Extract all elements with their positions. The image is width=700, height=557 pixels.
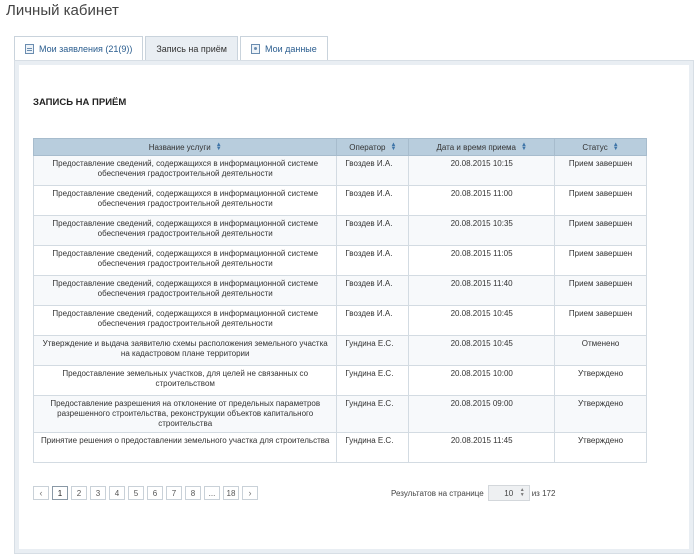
operator-cell: Гвоздев И.А. <box>336 275 410 306</box>
person-icon <box>250 43 260 54</box>
operator-cell: Гвоздев И.А. <box>336 185 410 216</box>
per-page-control: Результатов на странице 10 ▲ ▼ из 172 <box>391 485 555 501</box>
status-cell: Прием завершен <box>554 155 647 186</box>
status-cell: Утверждено <box>554 395 647 433</box>
sort-icon: ▲ ▼ <box>215 142 222 153</box>
page-button-2[interactable]: 2 <box>71 486 87 500</box>
tab-appointment[interactable]: Запись на приём <box>145 36 238 60</box>
sort-icon: ▲ ▼ <box>612 142 619 153</box>
tab-bar: Мои заявления (21(9)) Запись на приём Мо… <box>14 36 330 60</box>
datetime-cell: 20.08.2015 11:40 <box>408 275 556 306</box>
datetime-cell: 20.08.2015 10:45 <box>408 335 556 366</box>
content-frame: ЗАПИСЬ НА ПРИЁМ Название услуги ▲ ▼ Операт… <box>14 60 694 554</box>
service-cell: Принятие решения о предоставлении земель… <box>32 432 338 463</box>
tab-my-applications[interactable]: Мои заявления (21(9)) <box>14 36 144 60</box>
table-row[interactable]: Предоставление сведений, содержащихся в … <box>32 215 647 246</box>
status-cell: Прием завершен <box>554 215 647 246</box>
status-cell: Прием завершен <box>554 275 647 306</box>
operator-cell: Гвоздев И.А. <box>336 245 410 276</box>
service-cell: Утверждение и выдача заявителю схемы рас… <box>32 335 338 366</box>
operator-cell: Гундина Е.С. <box>336 395 410 433</box>
column-header-status[interactable]: Статус ▲ ▼ <box>554 138 647 156</box>
page-button-18[interactable]: 18 <box>223 486 239 500</box>
tab-my-data[interactable]: Мои данные <box>239 36 328 60</box>
datetime-cell: 20.08.2015 11:45 <box>408 432 556 463</box>
page-button-7[interactable]: 7 <box>166 486 182 500</box>
status-cell: Утверждено <box>554 365 647 396</box>
table-row[interactable]: Предоставление разрешения на отклонение … <box>32 395 647 433</box>
status-cell: Прием завершен <box>554 305 647 336</box>
datetime-cell: 20.08.2015 09:00 <box>408 395 556 433</box>
sort-icon: ▲ ▼ <box>520 142 527 153</box>
status-cell: Отменено <box>554 335 647 366</box>
table-row[interactable]: Предоставление земельных участков, для ц… <box>32 365 647 396</box>
column-header-datetime[interactable]: Дата и время приема ▲ ▼ <box>408 138 556 156</box>
operator-cell: Гвоздев И.А. <box>336 155 410 186</box>
datetime-cell: 20.08.2015 10:00 <box>408 365 556 396</box>
pagination: ‹ 1 2 3 4 5 6 7 8 ... 18 › <box>33 486 261 500</box>
service-cell: Предоставление земельных участков, для ц… <box>32 365 338 396</box>
datetime-cell: 20.08.2015 11:05 <box>408 245 556 276</box>
page-button-5[interactable]: 5 <box>128 486 144 500</box>
table-row[interactable]: Предоставление сведений, содержащихся в … <box>32 185 647 216</box>
page-button-4[interactable]: 4 <box>109 486 125 500</box>
operator-cell: Гундина Е.С. <box>336 365 410 396</box>
table-row[interactable]: Предоставление сведений, содержащихся в … <box>32 305 647 336</box>
service-cell: Предоставление сведений, содержащихся в … <box>32 155 338 186</box>
per-page-value: 10 <box>504 488 514 498</box>
service-cell: Предоставление сведений, содержащихся в … <box>32 245 338 276</box>
table-header-row: Название услуги ▲ ▼ Оператор ▲ ▼ Дата и врем… <box>32 138 647 156</box>
per-page-label: Результатов на странице <box>391 488 484 498</box>
tab-label: Мои данные <box>264 43 317 54</box>
operator-cell: Гвоздев И.А. <box>336 305 410 336</box>
service-cell: Предоставление разрешения на отклонение … <box>32 395 338 433</box>
table-row[interactable]: Принятие решения о предоставлении земель… <box>32 432 647 463</box>
operator-cell: Гундина Е.С. <box>336 432 410 463</box>
status-cell: Прием завершен <box>554 185 647 216</box>
table-row[interactable]: Предоставление сведений, содержащихся в … <box>32 275 647 306</box>
column-header-service[interactable]: Название услуги ▲ ▼ <box>32 138 338 156</box>
table-row[interactable]: Предоставление сведений, содержащихся в … <box>32 155 647 186</box>
table-row[interactable]: Утверждение и выдача заявителю схемы рас… <box>32 335 647 366</box>
total-count: из 172 <box>531 488 556 498</box>
prev-page-button[interactable]: ‹ <box>33 486 49 500</box>
per-page-select[interactable]: 10 ▲ ▼ <box>487 485 530 501</box>
tab-label: Мои заявления (21(9)) <box>39 43 133 54</box>
page-title: Личный кабинет <box>6 2 119 19</box>
next-page-button[interactable]: › <box>242 486 258 500</box>
content-panel: ЗАПИСЬ НА ПРИЁМ Название услуги ▲ ▼ Операт… <box>19 65 689 549</box>
page-button-1[interactable]: 1 <box>52 486 68 500</box>
datetime-cell: 20.08.2015 10:45 <box>408 305 556 336</box>
operator-cell: Гундина Е.С. <box>336 335 410 366</box>
datetime-cell: 20.08.2015 10:35 <box>408 215 556 246</box>
service-cell: Предоставление сведений, содержащихся в … <box>32 215 338 246</box>
spinner-arrows-icon[interactable]: ▲ ▼ <box>520 488 525 498</box>
status-cell: Прием завершен <box>554 245 647 276</box>
sort-icon: ▲ ▼ <box>390 142 397 153</box>
service-cell: Предоставление сведений, содержащихся в … <box>32 305 338 336</box>
status-cell: Утверждено <box>554 432 647 463</box>
page-ellipsis: ... <box>204 486 220 500</box>
service-cell: Предоставление сведений, содержащихся в … <box>32 185 338 216</box>
service-cell: Предоставление сведений, содержащихся в … <box>32 275 338 306</box>
appointments-table: Название услуги ▲ ▼ Оператор ▲ ▼ Дата и врем… <box>32 138 647 463</box>
page-button-8[interactable]: 8 <box>185 486 201 500</box>
page-button-6[interactable]: 6 <box>147 486 163 500</box>
document-icon <box>25 43 34 54</box>
operator-cell: Гвоздев И.А. <box>336 215 410 246</box>
section-title: ЗАПИСЬ НА ПРИЁМ <box>33 97 127 108</box>
datetime-cell: 20.08.2015 10:15 <box>408 155 556 186</box>
column-header-operator[interactable]: Оператор ▲ ▼ <box>336 138 410 156</box>
tab-label: Запись на приём <box>156 43 227 54</box>
datetime-cell: 20.08.2015 11:00 <box>408 185 556 216</box>
page-button-3[interactable]: 3 <box>90 486 106 500</box>
table-row[interactable]: Предоставление сведений, содержащихся в … <box>32 245 647 276</box>
